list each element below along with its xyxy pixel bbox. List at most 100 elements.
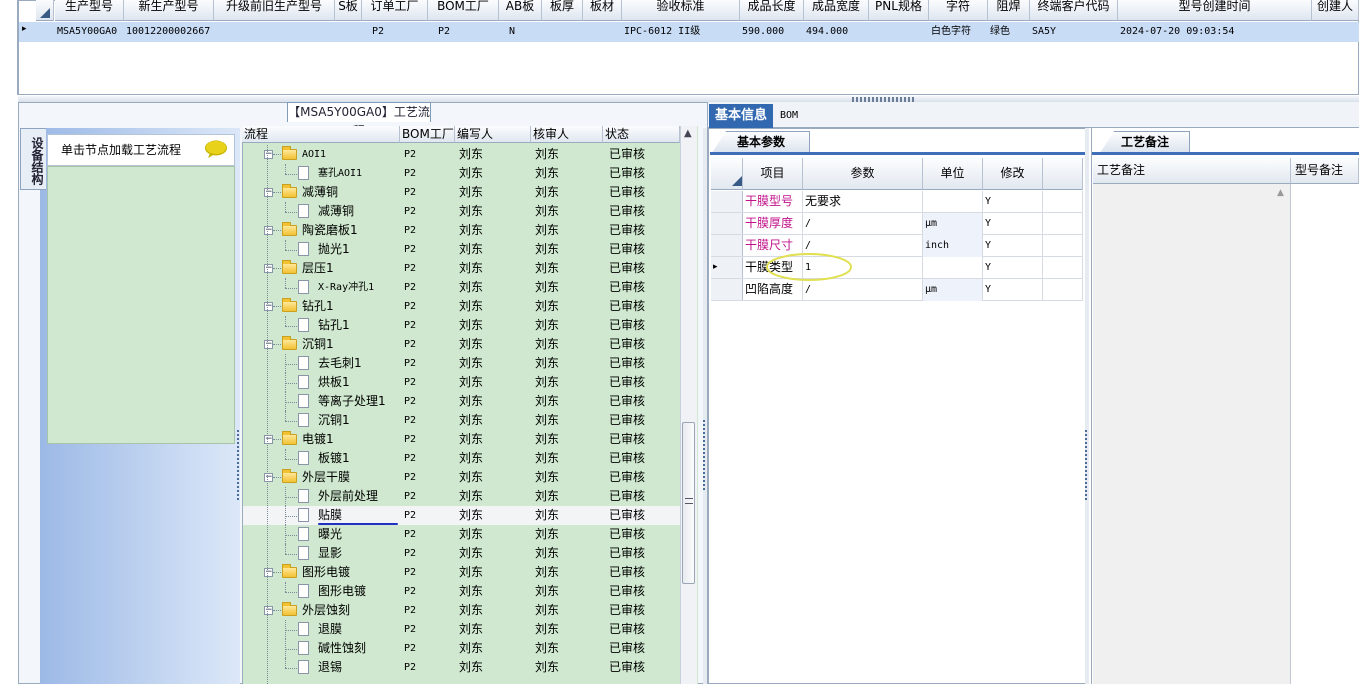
tree-row[interactable]: 板镀1 P2 刘东 刘东 已审核 (243, 449, 681, 468)
grid-column-header[interactable]: 字符 (929, 0, 988, 21)
model-note-field[interactable] (1292, 184, 1359, 684)
collapse-toggle-icon[interactable]: − (264, 264, 273, 273)
grid-cell[interactable]: 绿色 (988, 22, 1030, 42)
grid-cell[interactable] (583, 22, 622, 42)
params-cell-unit[interactable]: μm (923, 279, 983, 301)
grid-column-header[interactable]: 型号创建时间 (1118, 0, 1312, 21)
grid-cell[interactable] (214, 22, 335, 42)
params-cell-value[interactable]: / (803, 213, 923, 235)
grid-cell[interactable]: P2 (370, 22, 428, 42)
grid-column-header[interactable]: 升级前旧生产型号 (214, 0, 335, 21)
tree-scrollbar[interactable] (680, 126, 697, 684)
params-column-header[interactable]: 修改 (983, 158, 1043, 190)
tree-row[interactable]: 外层前处理 P2 刘东 刘东 已审核 (243, 487, 681, 506)
params-cell-edit[interactable]: Y (983, 191, 1043, 213)
tree-row[interactable]: 烘板1 P2 刘东 刘东 已审核 (243, 373, 681, 392)
tree-column-header[interactable]: 流程 (242, 126, 400, 143)
tree-row[interactable]: − 层压1 P2 刘东 刘东 已审核 (243, 259, 681, 278)
tree-row[interactable]: 图形电镀 P2 刘东 刘东 已审核 (243, 582, 681, 601)
grid-column-header[interactable]: 成品宽度 (804, 0, 869, 21)
tab-bom[interactable]: BOM (780, 106, 810, 126)
side-splitter-grip[interactable] (237, 430, 241, 500)
tree-column-header[interactable]: 编写人 (455, 126, 531, 143)
tree-row[interactable]: 退锡 P2 刘东 刘东 已审核 (243, 658, 681, 677)
grid-column-header[interactable]: 订单工厂 (362, 0, 428, 21)
collapse-toggle-icon[interactable]: − (264, 606, 273, 615)
grid-column-header[interactable]: BOM工厂 (428, 0, 499, 21)
grid-column-header[interactable]: 板材 (583, 0, 622, 21)
params-notes-splitter[interactable] (1085, 128, 1089, 684)
grid-cell[interactable] (1312, 22, 1359, 42)
collapse-toggle-icon[interactable]: − (264, 150, 273, 159)
grid-cell[interactable]: P2 (436, 22, 499, 42)
grid-column-header[interactable]: 终端客户代码 (1030, 0, 1118, 21)
grid-cell[interactable] (343, 22, 362, 42)
grid-cell[interactable]: 10012200002667 (124, 22, 214, 42)
collapse-toggle-icon[interactable]: − (264, 340, 273, 349)
grid-cell[interactable]: SA5Y (1030, 22, 1118, 42)
tree-row[interactable]: X-Ray冲孔1 P2 刘东 刘东 已审核 (243, 278, 681, 297)
grid-cell[interactable]: IPC-6012 II级 (622, 22, 740, 42)
tree-row[interactable]: 贴膜 P2 刘东 刘东 已审核 (243, 506, 681, 525)
tree-row[interactable]: − 减薄铜 P2 刘东 刘东 已审核 (243, 183, 681, 202)
tree-row[interactable]: − 外层干膜 P2 刘东 刘东 已审核 (243, 468, 681, 487)
params-column-header[interactable]: 参数 (803, 158, 923, 190)
collapse-toggle-icon[interactable]: − (264, 568, 273, 577)
params-cell-edit[interactable]: Y (983, 213, 1043, 235)
grid-cell[interactable]: 白色字符 (929, 22, 988, 42)
tree-row[interactable]: − 沉铜1 P2 刘东 刘东 已审核 (243, 335, 681, 354)
grid-cell[interactable]: 590.000 (740, 22, 804, 42)
tree-row[interactable]: − 电镀1 P2 刘东 刘东 已审核 (243, 430, 681, 449)
splitter-grip-icon-3[interactable] (1085, 430, 1089, 500)
tab-process-notes[interactable]: 工艺备注 (1100, 131, 1190, 153)
params-corner-cell[interactable] (711, 158, 743, 190)
params-cell-unit[interactable]: inch (923, 235, 983, 257)
grid-column-header[interactable]: AB板 (499, 0, 542, 21)
tree-column-header[interactable]: 核审人 (531, 126, 603, 143)
grid-column-header[interactable]: 板厚 (542, 0, 583, 21)
grid-cell[interactable] (542, 22, 583, 42)
grid-cell[interactable]: N (507, 22, 542, 42)
tab-basic-info[interactable]: 基本信息 (709, 104, 773, 128)
params-row[interactable]: 干膜厚度 / μm Y (711, 213, 1083, 235)
chat-bubble-icon[interactable] (204, 140, 228, 158)
params-cell-unit[interactable] (923, 257, 983, 279)
tree-row[interactable]: 显影 P2 刘东 刘东 已审核 (243, 544, 681, 563)
tree-row[interactable]: 等离子处理1 P2 刘东 刘东 已审核 (243, 392, 681, 411)
grid-column-header[interactable]: 成品长度 (740, 0, 804, 21)
collapse-toggle-icon[interactable]: − (264, 435, 273, 444)
tree-row[interactable]: 碱性蚀刻 P2 刘东 刘东 已审核 (243, 639, 681, 658)
tree-row[interactable]: 去毛刺1 P2 刘东 刘东 已审核 (243, 354, 681, 373)
params-cell-unit[interactable] (923, 191, 983, 213)
tree-row[interactable]: 塞孔AOI1 P2 刘东 刘东 已审核 (243, 164, 681, 183)
params-cell-edit[interactable]: Y (983, 257, 1043, 279)
left-right-splitter[interactable] (703, 128, 707, 684)
params-cell-unit[interactable]: μm (923, 213, 983, 235)
grid-cell[interactable]: 494.000 (804, 22, 869, 42)
grid-column-header[interactable]: 创建人 (1312, 0, 1359, 21)
grid-cell[interactable]: MSA5Y00GA0 (55, 22, 124, 42)
scroll-up-icon[interactable]: ▲ (684, 128, 692, 139)
grid-column-header[interactable]: PNL规格 (869, 0, 929, 21)
params-cell-edit[interactable]: Y (983, 235, 1043, 257)
tree-row[interactable]: 钻孔1 P2 刘东 刘东 已审核 (243, 316, 681, 335)
params-cell-value[interactable]: 无要求 (803, 191, 923, 213)
tree-row[interactable]: − 图形电镀 P2 刘东 刘东 已审核 (243, 563, 681, 582)
note-scroll-up-icon[interactable]: ▲ (1277, 188, 1284, 198)
tree-row[interactable]: 沉铜1 P2 刘东 刘东 已审核 (243, 411, 681, 430)
params-column-header[interactable]: 项目 (743, 158, 803, 190)
grid-corner-cell[interactable] (36, 0, 54, 21)
collapse-toggle-icon[interactable]: − (264, 226, 273, 235)
collapse-toggle-icon[interactable]: − (264, 188, 273, 197)
tree-column-header[interactable]: 状态 (603, 126, 680, 143)
process-note-field[interactable] (1093, 184, 1291, 684)
equipment-structure-tab[interactable]: 设备结构 (20, 128, 46, 190)
grid-cell[interactable]: 2024-07-20 09:03:54 (1118, 22, 1312, 42)
tree-row[interactable]: 抛光1 P2 刘东 刘东 已审核 (243, 240, 681, 259)
tree-row[interactable]: − 外层蚀刻 P2 刘东 刘东 已审核 (243, 601, 681, 620)
splitter-grip-icon-2[interactable] (703, 420, 707, 490)
tree-row[interactable]: 减薄铜 P2 刘东 刘东 已审核 (243, 202, 681, 221)
collapse-toggle-icon[interactable]: − (264, 302, 273, 311)
params-column-header[interactable]: 单位 (923, 158, 983, 190)
grid-column-header[interactable]: 生产型号 (55, 0, 124, 21)
